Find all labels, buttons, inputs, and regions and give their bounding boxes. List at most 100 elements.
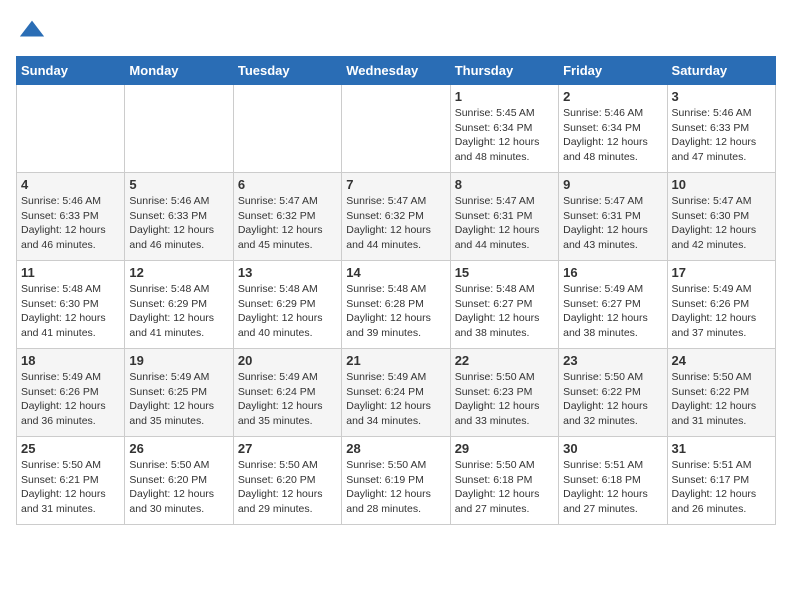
calendar-cell: 28Sunrise: 5:50 AM Sunset: 6:19 PM Dayli… xyxy=(342,437,450,525)
col-header-wednesday: Wednesday xyxy=(342,57,450,85)
page-header xyxy=(16,16,776,44)
calendar-cell: 22Sunrise: 5:50 AM Sunset: 6:23 PM Dayli… xyxy=(450,349,558,437)
calendar-cell: 5Sunrise: 5:46 AM Sunset: 6:33 PM Daylig… xyxy=(125,173,233,261)
calendar-cell: 9 Sunrise: 5:47 AM Sunset: 6:31 PM Daylig… xyxy=(559,173,667,261)
day-number: 30 xyxy=(563,441,662,456)
calendar-table: SundayMondayTuesdayWednesdayThursdayFrid… xyxy=(16,56,776,525)
day-info: Sunrise: 5:51 AM Sunset: 6:18 PM Dayligh… xyxy=(563,458,662,517)
day-number: 20 xyxy=(238,353,337,368)
day-number: 27 xyxy=(238,441,337,456)
calendar-cell: 8Sunrise: 5:47 AM Sunset: 6:31 PM Daylig… xyxy=(450,173,558,261)
day-number: 1 xyxy=(455,89,554,104)
day-info: Sunrise: 5:48 AM Sunset: 6:30 PM Dayligh… xyxy=(21,282,120,341)
calendar-cell: 10Sunrise: 5:47 AM Sunset: 6:30 PM Dayli… xyxy=(667,173,775,261)
day-number: 12 xyxy=(129,265,228,280)
day-info: Sunrise: 5:49 AM Sunset: 6:26 PM Dayligh… xyxy=(21,370,120,429)
day-number: 29 xyxy=(455,441,554,456)
calendar-cell: 11Sunrise: 5:48 AM Sunset: 6:30 PM Dayli… xyxy=(17,261,125,349)
calendar-cell xyxy=(125,85,233,173)
calendar-cell: 25 Sunrise: 5:50 AM Sunset: 6:21 PM Dayli… xyxy=(17,437,125,525)
day-info: Sunrise: 5:46 AM Sunset: 6:33 PM Dayligh… xyxy=(672,106,771,165)
week-row-4: 18 Sunrise: 5:49 AM Sunset: 6:26 PM Dayli… xyxy=(17,349,776,437)
calendar-cell xyxy=(233,85,341,173)
day-info: Sunrise: 5:46 AM Sunset: 6:34 PM Dayligh… xyxy=(563,106,662,165)
logo-icon xyxy=(18,16,46,44)
day-number: 28 xyxy=(346,441,445,456)
day-info: Sunrise: 5:51 AM Sunset: 6:17 PM Dayligh… xyxy=(672,458,771,517)
day-number: 6 xyxy=(238,177,337,192)
day-info: Sunrise: 5:49 AM Sunset: 6:26 PM Dayligh… xyxy=(672,282,771,341)
calendar-cell: 15Sunrise: 5:48 AM Sunset: 6:27 PM Dayli… xyxy=(450,261,558,349)
calendar-cell: 2 Sunrise: 5:46 AM Sunset: 6:34 PM Daylig… xyxy=(559,85,667,173)
day-number: 24 xyxy=(672,353,771,368)
col-header-monday: Monday xyxy=(125,57,233,85)
calendar-cell: 31 Sunrise: 5:51 AM Sunset: 6:17 PM Dayli… xyxy=(667,437,775,525)
day-info: Sunrise: 5:50 AM Sunset: 6:20 PM Dayligh… xyxy=(238,458,337,517)
day-number: 7 xyxy=(346,177,445,192)
calendar-cell xyxy=(17,85,125,173)
calendar-cell: 30 Sunrise: 5:51 AM Sunset: 6:18 PM Dayli… xyxy=(559,437,667,525)
day-info: Sunrise: 5:49 AM Sunset: 6:24 PM Dayligh… xyxy=(346,370,445,429)
week-row-3: 11Sunrise: 5:48 AM Sunset: 6:30 PM Dayli… xyxy=(17,261,776,349)
day-info: Sunrise: 5:46 AM Sunset: 6:33 PM Dayligh… xyxy=(21,194,120,253)
day-number: 21 xyxy=(346,353,445,368)
day-info: Sunrise: 5:49 AM Sunset: 6:27 PM Dayligh… xyxy=(563,282,662,341)
calendar-cell: 14 Sunrise: 5:48 AM Sunset: 6:28 PM Dayli… xyxy=(342,261,450,349)
day-info: Sunrise: 5:50 AM Sunset: 6:18 PM Dayligh… xyxy=(455,458,554,517)
day-number: 4 xyxy=(21,177,120,192)
day-info: Sunrise: 5:50 AM Sunset: 6:21 PM Dayligh… xyxy=(21,458,120,517)
col-header-thursday: Thursday xyxy=(450,57,558,85)
day-info: Sunrise: 5:50 AM Sunset: 6:23 PM Dayligh… xyxy=(455,370,554,429)
day-number: 26 xyxy=(129,441,228,456)
day-number: 19 xyxy=(129,353,228,368)
calendar-cell: 4 Sunrise: 5:46 AM Sunset: 6:33 PM Daylig… xyxy=(17,173,125,261)
day-number: 2 xyxy=(563,89,662,104)
calendar-cell: 21 Sunrise: 5:49 AM Sunset: 6:24 PM Dayli… xyxy=(342,349,450,437)
header-row: SundayMondayTuesdayWednesdayThursdayFrid… xyxy=(17,57,776,85)
calendar-cell: 13 Sunrise: 5:48 AM Sunset: 6:29 PM Dayli… xyxy=(233,261,341,349)
calendar-cell: 24 Sunrise: 5:50 AM Sunset: 6:22 PM Dayli… xyxy=(667,349,775,437)
day-number: 13 xyxy=(238,265,337,280)
week-row-1: 1Sunrise: 5:45 AM Sunset: 6:34 PM Daylig… xyxy=(17,85,776,173)
calendar-cell: 17 Sunrise: 5:49 AM Sunset: 6:26 PM Dayli… xyxy=(667,261,775,349)
col-header-friday: Friday xyxy=(559,57,667,85)
calendar-cell xyxy=(342,85,450,173)
calendar-cell: 12 Sunrise: 5:48 AM Sunset: 6:29 PM Dayli… xyxy=(125,261,233,349)
day-number: 8 xyxy=(455,177,554,192)
calendar-cell: 29 Sunrise: 5:50 AM Sunset: 6:18 PM Dayli… xyxy=(450,437,558,525)
day-info: Sunrise: 5:46 AM Sunset: 6:33 PM Dayligh… xyxy=(129,194,228,253)
day-number: 18 xyxy=(21,353,120,368)
day-info: Sunrise: 5:50 AM Sunset: 6:20 PM Dayligh… xyxy=(129,458,228,517)
day-number: 31 xyxy=(672,441,771,456)
day-number: 23 xyxy=(563,353,662,368)
calendar-cell: 1Sunrise: 5:45 AM Sunset: 6:34 PM Daylig… xyxy=(450,85,558,173)
logo xyxy=(16,16,44,44)
day-info: Sunrise: 5:48 AM Sunset: 6:29 PM Dayligh… xyxy=(238,282,337,341)
day-number: 16 xyxy=(563,265,662,280)
day-number: 17 xyxy=(672,265,771,280)
day-info: Sunrise: 5:49 AM Sunset: 6:24 PM Dayligh… xyxy=(238,370,337,429)
day-info: Sunrise: 5:48 AM Sunset: 6:28 PM Dayligh… xyxy=(346,282,445,341)
calendar-cell: 16 Sunrise: 5:49 AM Sunset: 6:27 PM Dayli… xyxy=(559,261,667,349)
day-info: Sunrise: 5:47 AM Sunset: 6:32 PM Dayligh… xyxy=(346,194,445,253)
day-info: Sunrise: 5:47 AM Sunset: 6:31 PM Dayligh… xyxy=(563,194,662,253)
day-number: 14 xyxy=(346,265,445,280)
calendar-cell: 23 Sunrise: 5:50 AM Sunset: 6:22 PM Dayli… xyxy=(559,349,667,437)
day-info: Sunrise: 5:49 AM Sunset: 6:25 PM Dayligh… xyxy=(129,370,228,429)
col-header-tuesday: Tuesday xyxy=(233,57,341,85)
calendar-cell: 7 Sunrise: 5:47 AM Sunset: 6:32 PM Daylig… xyxy=(342,173,450,261)
week-row-2: 4 Sunrise: 5:46 AM Sunset: 6:33 PM Daylig… xyxy=(17,173,776,261)
day-info: Sunrise: 5:50 AM Sunset: 6:22 PM Dayligh… xyxy=(672,370,771,429)
day-number: 25 xyxy=(21,441,120,456)
calendar-cell: 26 Sunrise: 5:50 AM Sunset: 6:20 PM Dayli… xyxy=(125,437,233,525)
calendar-cell: 20 Sunrise: 5:49 AM Sunset: 6:24 PM Dayli… xyxy=(233,349,341,437)
day-number: 9 xyxy=(563,177,662,192)
day-info: Sunrise: 5:47 AM Sunset: 6:30 PM Dayligh… xyxy=(672,194,771,253)
calendar-cell: 6Sunrise: 5:47 AM Sunset: 6:32 PM Daylig… xyxy=(233,173,341,261)
day-info: Sunrise: 5:48 AM Sunset: 6:29 PM Dayligh… xyxy=(129,282,228,341)
calendar-cell: 27 Sunrise: 5:50 AM Sunset: 6:20 PM Dayli… xyxy=(233,437,341,525)
calendar-cell: 3 Sunrise: 5:46 AM Sunset: 6:33 PM Daylig… xyxy=(667,85,775,173)
col-header-saturday: Saturday xyxy=(667,57,775,85)
day-info: Sunrise: 5:50 AM Sunset: 6:22 PM Dayligh… xyxy=(563,370,662,429)
day-number: 3 xyxy=(672,89,771,104)
